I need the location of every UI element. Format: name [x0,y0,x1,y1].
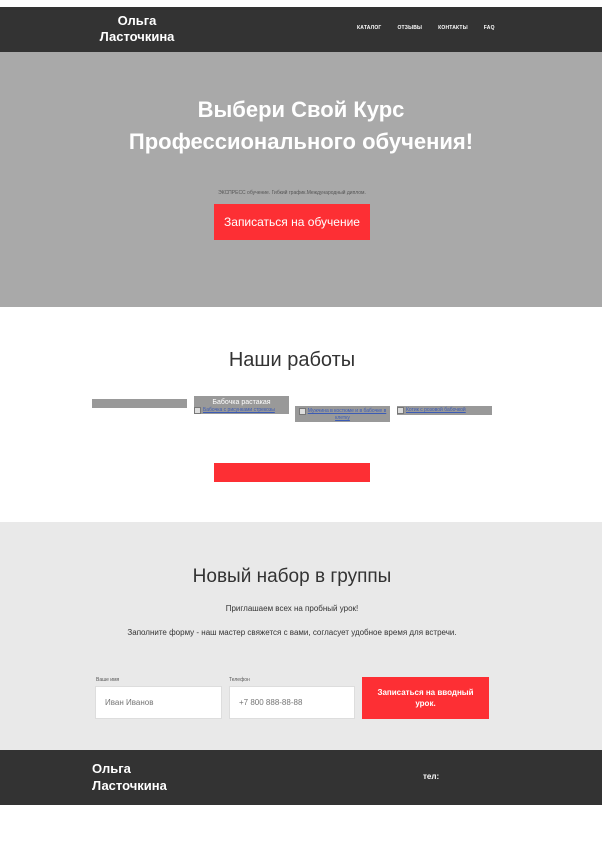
signup-text-instructions: Заполните форму - наш мастер свяжется с … [127,628,457,637]
hero-title-line1: Выбери Свой Курс [197,97,405,122]
main-nav: КАТАЛОГ ОТЗЫВЫ КОНТАКТЫ FAQ [357,25,495,31]
footer-brand: Ольга Ласточкина [92,760,167,794]
hero-section: Выбери Свой Курс Профессионального обуче… [0,52,602,307]
trial-lesson-submit-button[interactable]: Записаться на вводный урок. [362,677,489,719]
phone-label: Телефон [229,677,250,683]
hero-subtitle: ЭКСПРЕСС обучение. Гибкий график.Междуна… [218,190,366,196]
top-strip [0,0,602,7]
signup-section: Новый набор в группы Приглашаем всех на … [0,522,602,750]
enroll-button[interactable]: Записаться на обучение [214,204,370,240]
hero-title-line2: Профессионального обучения! [128,129,474,154]
nav-reviews[interactable]: ОТЗЫВЫ [397,25,422,31]
brand-line2: Ласточкина [99,29,175,44]
work-caption: Бабочка растакая [212,399,271,406]
more-works-button[interactable] [214,463,370,482]
footer-brand-line2: Ласточкина [92,778,167,793]
signup-title: Новый набор в группы [192,566,392,587]
brand-line1: Ольга [117,13,157,28]
brand-logo[interactable]: Ольга Ласточкина [92,13,182,45]
work-image-alt: Мужчина в костюме и в бабочке в клетку [295,408,390,421]
works-title: Наши работы [228,349,356,371]
name-input[interactable] [95,686,222,719]
broken-image-icon [397,407,404,414]
nav-contacts[interactable]: КОНТАКТЫ [438,25,468,31]
work-alt-text: Бабочка с рисунками стрекозы [203,407,275,413]
site-footer: Ольга Ласточкина тел: [0,750,602,805]
broken-image-icon [194,407,201,414]
footer-phone-label: тел: [423,772,440,781]
phone-input[interactable] [229,686,355,719]
hero-title: Выбери Свой Курс Профессионального обуче… [0,94,602,158]
nav-faq[interactable]: FAQ [484,25,495,31]
work-image-3[interactable]: Мужчина в костюме и в бабочке в клетку [295,406,390,422]
broken-image-icon [298,408,306,415]
site-header: Ольга Ласточкина КАТАЛОГ ОТЗЫВЫ КОНТАКТЫ… [0,7,602,52]
work-image-1[interactable] [92,399,187,408]
name-label: Ваше имя [96,677,120,683]
nav-catalog[interactable]: КАТАЛОГ [357,25,381,31]
work-alt-text: Мужчина в костюме и в бабочке в клетку [307,408,387,421]
work-image-2[interactable]: Бабочка растакая Бабочка с рисунками стр… [194,396,289,414]
signup-text-invite: Приглашаем всех на пробный урок! [225,604,359,613]
work-image-alt: Бабочка с рисунками стрекозы [194,407,289,414]
work-image-4[interactable]: Котик с розовой бабочкой [397,406,492,415]
work-image-alt: Котик с розовой бабочкой [397,407,492,414]
footer-brand-line1: Ольга [92,761,131,776]
work-alt-text: Котик с розовой бабочкой [406,407,466,413]
